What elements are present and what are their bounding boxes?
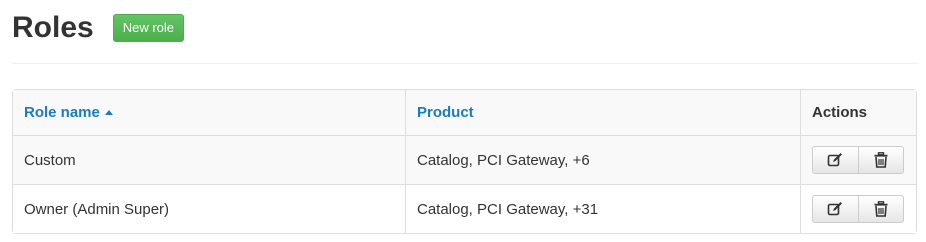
roles-table: Role name Product Actions Custom Catalog… bbox=[12, 89, 917, 234]
row-actions bbox=[811, 146, 904, 174]
role-name-cell: Owner (Admin Super) bbox=[13, 185, 406, 233]
column-header-actions: Actions bbox=[800, 90, 916, 136]
sort-product-link[interactable]: Product bbox=[417, 104, 474, 121]
actions-cell bbox=[800, 136, 916, 185]
edit-role-button[interactable] bbox=[813, 196, 858, 222]
trash-icon bbox=[874, 201, 888, 217]
page-header: Roles New role bbox=[12, 8, 184, 48]
roles-page: Roles New role Role name Product Actions… bbox=[0, 0, 926, 242]
page-title: Roles bbox=[12, 11, 94, 44]
role-name-cell: Custom bbox=[13, 136, 406, 185]
table-row: Custom Catalog, PCI Gateway, +6 bbox=[13, 136, 916, 185]
sort-ascending-icon bbox=[104, 109, 113, 115]
edit-role-button[interactable] bbox=[813, 147, 858, 173]
table-header-row: Role name Product Actions bbox=[13, 90, 916, 136]
product-cell: Catalog, PCI Gateway, +6 bbox=[405, 136, 801, 185]
edit-icon bbox=[828, 202, 843, 216]
header-divider bbox=[12, 63, 917, 64]
delete-role-button[interactable] bbox=[857, 147, 903, 173]
row-actions bbox=[811, 195, 904, 223]
actions-cell bbox=[800, 185, 916, 233]
product-cell: Catalog, PCI Gateway, +31 bbox=[405, 185, 801, 233]
edit-icon bbox=[828, 153, 843, 167]
column-header-role-name[interactable]: Role name bbox=[13, 90, 406, 136]
column-header-product[interactable]: Product bbox=[405, 90, 801, 136]
new-role-button[interactable]: New role bbox=[112, 14, 184, 42]
delete-role-button[interactable] bbox=[857, 196, 903, 222]
sort-role-name-link[interactable]: Role name bbox=[24, 104, 100, 121]
table-row: Owner (Admin Super) Catalog, PCI Gateway… bbox=[13, 185, 916, 233]
trash-icon bbox=[874, 152, 888, 168]
